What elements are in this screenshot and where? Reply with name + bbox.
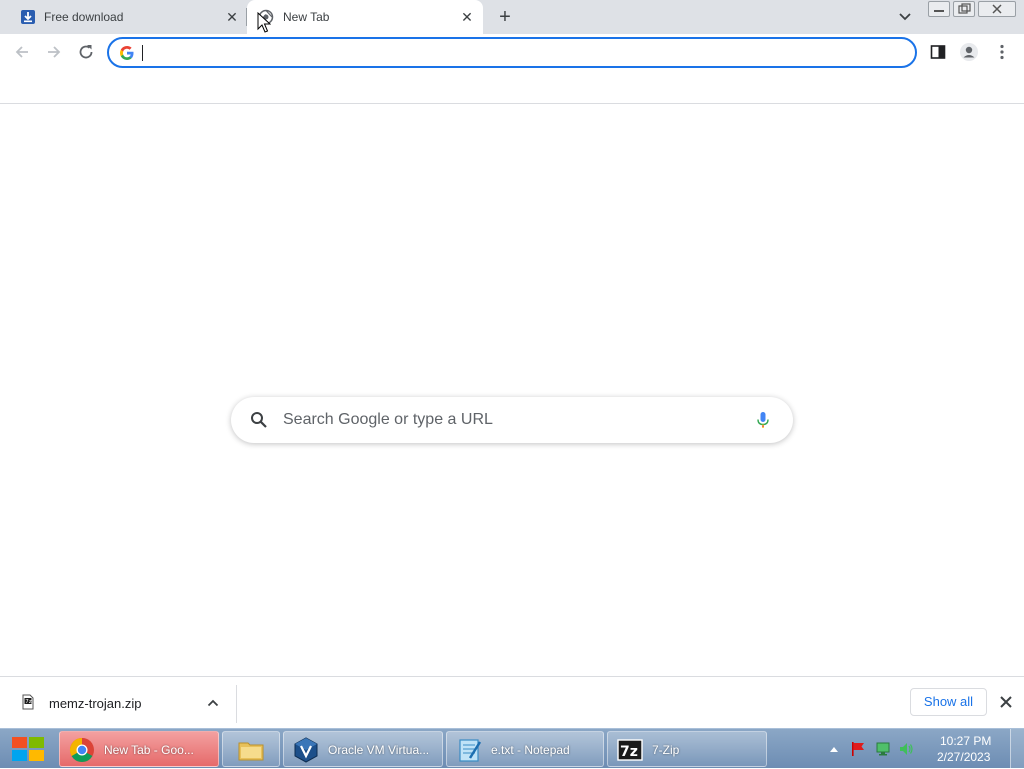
tab-title: Free download: [44, 10, 124, 24]
address-bar[interactable]: [107, 37, 917, 68]
7zip-icon: 7z: [617, 739, 643, 761]
svg-text:7z: 7z: [620, 744, 638, 760]
notepad-icon: [459, 739, 482, 762]
7zip-archive-icon: 7z: [22, 694, 34, 710]
taskbar: New Tab - Goo... Oracle VM Virtua... e.t…: [0, 728, 1024, 769]
taskbar-item-label: 7-Zip: [652, 743, 680, 757]
clock-date[interactable]: 2/27/2023: [937, 750, 990, 764]
close-tab-icon[interactable]: ✕: [459, 9, 475, 25]
profile-avatar-icon[interactable]: [959, 42, 979, 62]
ntp-search-box[interactable]: Search Google or type a URL: [231, 397, 793, 443]
google-g-icon: [120, 46, 134, 60]
chrome-icon: [69, 738, 94, 763]
forward-arrow-icon[interactable]: [44, 42, 64, 62]
folder-icon: [238, 742, 264, 761]
restore-button[interactable]: [953, 1, 975, 17]
microphone-icon[interactable]: [753, 410, 773, 430]
download-shelf: 7z memz-trojan.zip Show all: [0, 676, 1024, 728]
text-caret: [142, 45, 143, 61]
volume-icon[interactable]: [898, 741, 914, 757]
taskbar-item-virtualbox[interactable]: Oracle VM Virtua...: [283, 731, 443, 767]
search-icon: [251, 412, 267, 428]
download-filename: memz-trojan.zip: [49, 696, 142, 711]
restore-icon: [958, 3, 971, 14]
taskbar-item-chrome[interactable]: New Tab - Goo...: [59, 731, 219, 767]
minimize-button[interactable]: [928, 1, 950, 17]
new-tab-button[interactable]: +: [495, 7, 515, 27]
taskbar-item-label: Oracle VM Virtua...: [328, 743, 430, 757]
close-window-icon: [992, 4, 1002, 14]
bookmarks-bar: [0, 70, 1024, 104]
menu-kebab-icon[interactable]: [992, 42, 1012, 62]
windows-start-icon[interactable]: [6, 732, 50, 766]
taskbar-item-7zip[interactable]: 7z 7-Zip: [607, 731, 767, 767]
minimize-icon: [934, 10, 944, 12]
ntp-search-placeholder: Search Google or type a URL: [283, 411, 493, 428]
tray-expand-icon[interactable]: [829, 745, 839, 753]
virtualbox-icon: [294, 737, 318, 763]
chevron-up-icon[interactable]: [205, 695, 221, 711]
close-icon[interactable]: [998, 694, 1014, 710]
reload-icon[interactable]: [76, 42, 96, 62]
network-icon[interactable]: [875, 741, 891, 757]
show-desktop-button[interactable]: [1010, 729, 1024, 769]
taskbar-item-explorer[interactable]: [222, 731, 280, 767]
tab-strip: Free download ✕ New Tab ✕ +: [0, 0, 1024, 34]
download-arrow-icon: [21, 10, 35, 24]
mouse-cursor-icon: [257, 12, 271, 33]
taskbar-item-notepad[interactable]: e.txt - Notepad: [446, 731, 604, 767]
taskbar-item-label: e.txt - Notepad: [491, 743, 570, 757]
taskbar-item-label: New Tab - Goo...: [104, 743, 194, 757]
tab-free-download[interactable]: Free download ✕: [0, 0, 246, 34]
chevron-down-icon[interactable]: [896, 9, 914, 25]
clock-time[interactable]: 10:27 PM: [940, 734, 991, 748]
tab-title: New Tab: [283, 10, 330, 24]
side-panel-icon[interactable]: [928, 42, 948, 62]
back-arrow-icon[interactable]: [12, 42, 32, 62]
shelf-divider: [236, 685, 237, 723]
show-all-button[interactable]: Show all: [910, 688, 987, 716]
action-center-flag-icon[interactable]: [850, 741, 866, 757]
close-window-button[interactable]: [978, 1, 1016, 17]
close-tab-icon[interactable]: ✕: [224, 9, 240, 25]
svg-text:7z: 7z: [25, 699, 31, 705]
tab-new-tab[interactable]: New Tab ✕: [247, 0, 483, 34]
download-item[interactable]: 7z memz-trojan.zip: [0, 677, 237, 728]
address-input[interactable]: [141, 42, 841, 63]
